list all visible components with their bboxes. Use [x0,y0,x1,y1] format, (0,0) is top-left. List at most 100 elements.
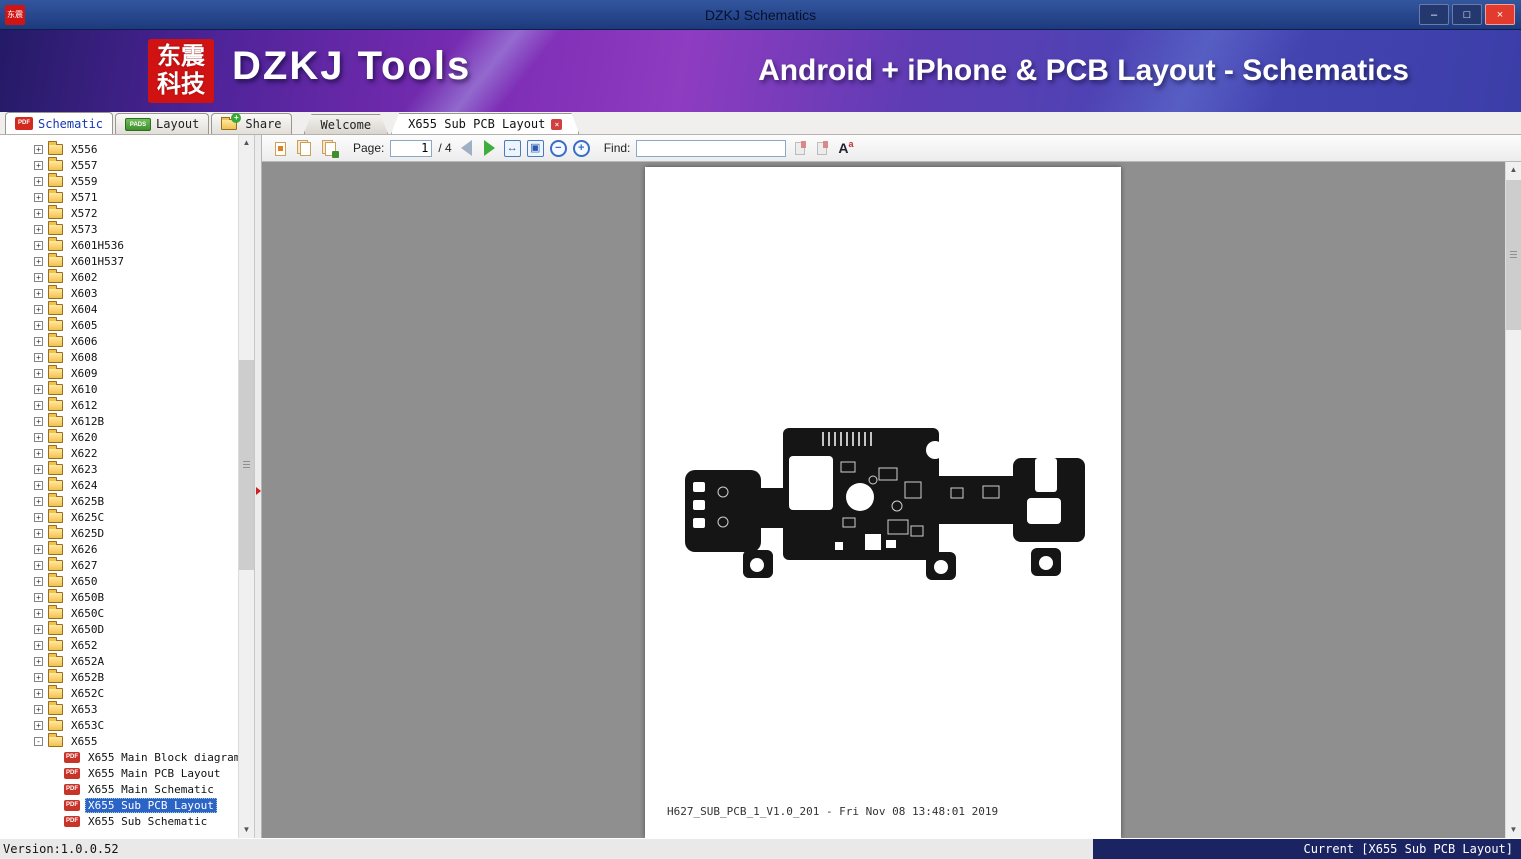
expand-toggle-icon[interactable]: + [34,337,43,346]
tree-item[interactable]: + PDF X652A [0,653,238,669]
expand-toggle-icon[interactable]: + [34,673,43,682]
tree-item[interactable]: + PDF X653C [0,717,238,733]
tree-item[interactable]: + PDF X603 [0,285,238,301]
page-view-icon[interactable] [270,139,289,158]
tab-schematic[interactable]: PDF Schematic [5,112,113,134]
expand-toggle-icon[interactable]: + [34,529,43,538]
expand-toggle-icon[interactable]: + [34,305,43,314]
scroll-down-icon[interactable]: ▼ [239,822,254,838]
tree-item[interactable]: + PDF X623 [0,461,238,477]
sidebar-splitter[interactable] [254,135,262,838]
find-previous-icon[interactable] [792,141,808,156]
close-button[interactable]: × [1485,4,1515,25]
tree-item[interactable]: + PDF X622 [0,445,238,461]
expand-toggle-icon[interactable]: + [34,257,43,266]
match-case-icon[interactable]: Aa [838,140,853,156]
expand-toggle-icon[interactable]: + [34,641,43,650]
expand-toggle-icon[interactable]: + [34,161,43,170]
tree-item[interactable]: + PDF X652 [0,637,238,653]
expand-toggle-icon[interactable]: + [34,209,43,218]
tree-item[interactable]: + PDF X627 [0,557,238,573]
expand-toggle-icon[interactable]: + [34,449,43,458]
expand-toggle-icon[interactable]: + [34,705,43,714]
tree-item[interactable]: + PDF X620 [0,429,238,445]
expand-toggle-icon[interactable]: + [34,193,43,202]
close-tab-icon[interactable]: × [551,119,562,130]
page-number-input[interactable] [390,140,432,157]
tree-item[interactable]: + PDF X610 [0,381,238,397]
tree-item[interactable]: + PDF X625C [0,509,238,525]
zoom-out-button[interactable]: − [550,140,567,157]
expand-toggle-icon[interactable]: + [34,369,43,378]
expand-toggle-icon[interactable]: + [34,465,43,474]
tree-item[interactable]: + PDF X604 [0,301,238,317]
tree-item[interactable]: + PDF X606 [0,333,238,349]
scroll-up-icon[interactable]: ▲ [1506,162,1521,178]
tree-item[interactable]: + PDF X573 [0,221,238,237]
document-scrollbar[interactable]: ▲ ▼ [1505,162,1521,838]
expand-toggle-icon[interactable]: + [34,689,43,698]
tab-layout[interactable]: PADS Layout [115,113,209,134]
tree-item[interactable]: + PDF X602 [0,269,238,285]
expand-toggle-icon[interactable]: + [34,433,43,442]
expand-toggle-icon[interactable]: + [34,241,43,250]
tree-item[interactable]: + PDF X650 [0,573,238,589]
next-page-button[interactable] [484,140,495,156]
expand-toggle-icon[interactable]: + [34,417,43,426]
copy-page-icon[interactable] [295,139,314,158]
find-input[interactable] [636,140,786,157]
tree-item[interactable]: + PDF X601H536 [0,237,238,253]
tree-item[interactable]: PDF X655 Main Schematic [0,781,238,797]
previous-page-button[interactable] [461,140,472,156]
maximize-button[interactable]: □ [1452,4,1482,25]
sidebar-scrollbar[interactable]: ▲ ▼ [238,135,254,838]
tab-x655-sub-pcb-layout[interactable]: X655 Sub PCB Layout × [391,113,579,134]
tree-item[interactable]: PDF X655 Main Block diagram [0,749,238,765]
tree-item[interactable]: + PDF X571 [0,189,238,205]
tree-item[interactable]: + PDF X625B [0,493,238,509]
tree-item[interactable]: + PDF X650B [0,589,238,605]
scrollbar-thumb[interactable] [239,360,254,570]
expand-toggle-icon[interactable]: + [34,353,43,362]
expand-toggle-icon[interactable]: + [34,513,43,522]
expand-toggle-icon[interactable]: + [34,545,43,554]
scroll-up-icon[interactable]: ▲ [239,135,254,151]
expand-toggle-icon[interactable]: + [34,721,43,730]
tree-item[interactable]: - PDF X655 [0,733,238,749]
tab-share[interactable]: + Share [211,113,291,134]
tree-item[interactable]: + PDF X612 [0,397,238,413]
tree-item[interactable]: + PDF X609 [0,365,238,381]
tree-item[interactable]: PDF X655 Sub Schematic [0,813,238,829]
fit-page-button[interactable]: ▣ [527,140,544,157]
expand-toggle-icon[interactable]: + [34,593,43,602]
find-next-icon[interactable] [814,141,830,156]
tree-item[interactable]: + PDF X653 [0,701,238,717]
tree-item[interactable]: + PDF X608 [0,349,238,365]
tree-item[interactable]: + PDF X605 [0,317,238,333]
expand-toggle-icon[interactable]: + [34,577,43,586]
minimize-button[interactable]: – [1419,4,1449,25]
expand-toggle-icon[interactable]: + [34,497,43,506]
tree-item[interactable]: + PDF X559 [0,173,238,189]
scroll-down-icon[interactable]: ▼ [1506,822,1521,838]
scrollbar-thumb[interactable] [1506,180,1521,330]
tree-item[interactable]: + PDF X650D [0,621,238,637]
tree-item[interactable]: + PDF X652C [0,685,238,701]
tree-item[interactable]: + PDF X652B [0,669,238,685]
expand-toggle-icon[interactable]: + [34,625,43,634]
expand-toggle-icon[interactable]: + [34,321,43,330]
expand-toggle-icon[interactable]: + [34,561,43,570]
expand-toggle-icon[interactable]: + [34,273,43,282]
tree-item[interactable]: + PDF X625D [0,525,238,541]
expand-toggle-icon[interactable]: - [34,737,43,746]
tree-item[interactable]: + PDF X624 [0,477,238,493]
expand-toggle-icon[interactable]: + [34,657,43,666]
tree-item[interactable]: + PDF X572 [0,205,238,221]
zoom-in-button[interactable]: + [573,140,590,157]
expand-toggle-icon[interactable]: + [34,145,43,154]
expand-toggle-icon[interactable]: + [34,225,43,234]
snapshot-icon[interactable] [320,139,339,158]
expand-toggle-icon[interactable]: + [34,385,43,394]
expand-toggle-icon[interactable]: + [34,481,43,490]
tree-item[interactable]: + PDF X557 [0,157,238,173]
